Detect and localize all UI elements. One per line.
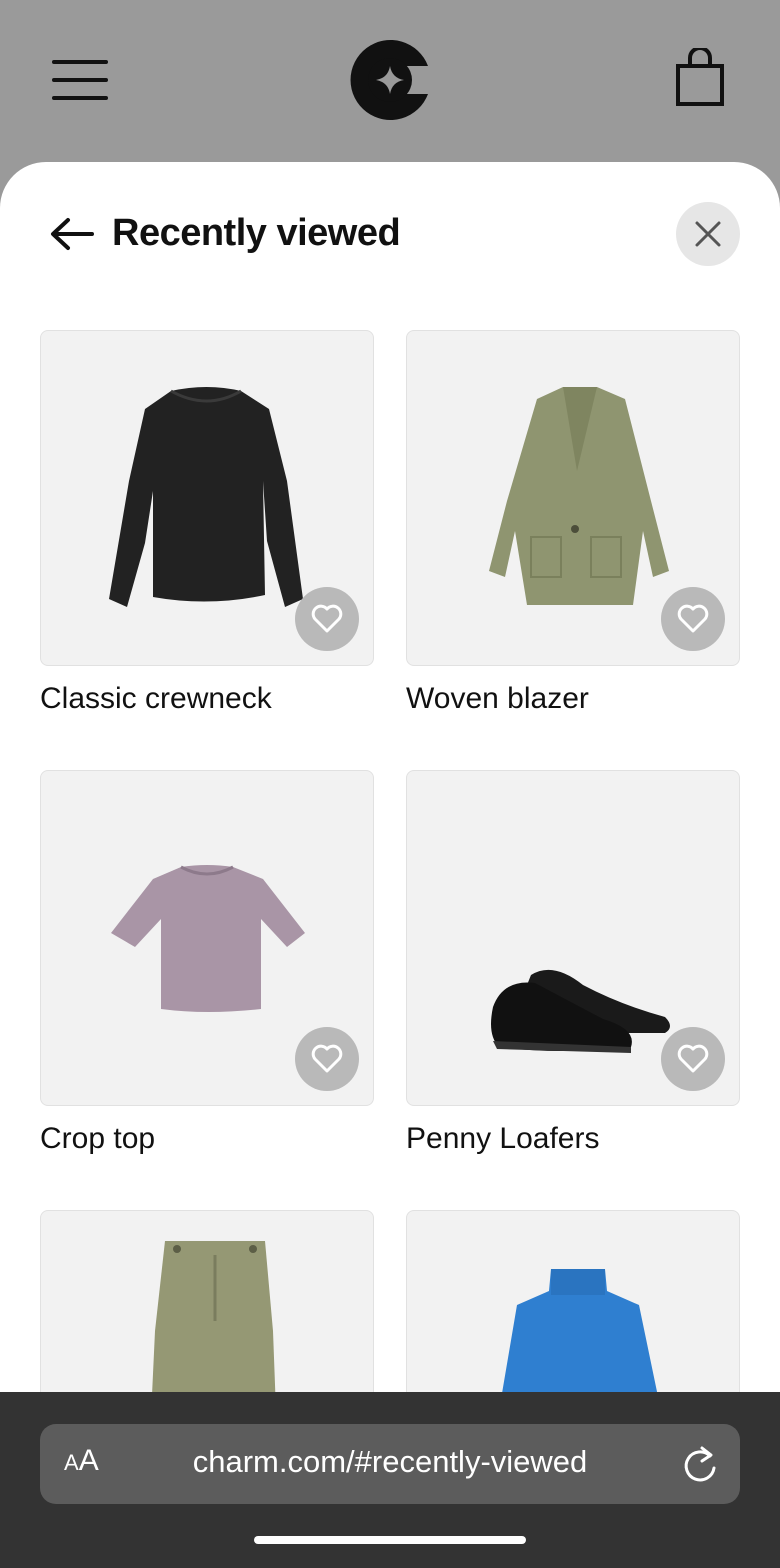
arrow-left-icon[interactable] (48, 216, 94, 252)
page-title: Recently viewed (112, 212, 401, 254)
product-image[interactable] (40, 770, 374, 1106)
product-name[interactable]: Penny Loafers (406, 1122, 599, 1156)
reload-icon[interactable] (682, 1444, 718, 1484)
product-name[interactable]: Classic crewneck (40, 682, 272, 716)
close-icon (695, 221, 721, 247)
product-name[interactable]: Crop top (40, 1122, 155, 1156)
favorite-button[interactable] (295, 587, 359, 651)
favorite-button[interactable] (295, 1027, 359, 1091)
charm-logo-icon[interactable] (348, 38, 432, 122)
heart-icon (677, 604, 709, 633)
product-image[interactable] (406, 1210, 740, 1402)
product-image[interactable] (40, 1210, 374, 1402)
favorite-button[interactable] (661, 587, 725, 651)
heart-icon (311, 604, 343, 633)
heart-icon (677, 1044, 709, 1073)
blue-turtleneck-icon (500, 1269, 660, 1402)
url-text[interactable]: charm.com/#recently-viewed (40, 1444, 740, 1480)
browser-toolbar: AA charm.com/#recently-viewed (0, 1392, 780, 1568)
favorite-button[interactable] (661, 1027, 725, 1091)
address-bar[interactable]: AA charm.com/#recently-viewed (40, 1424, 740, 1504)
close-button[interactable] (676, 202, 740, 266)
site-header (0, 0, 780, 180)
shopping-bag-icon[interactable] (674, 46, 726, 108)
recently-viewed-sheet: Recently viewed Classic crewneck Woven b… (0, 162, 780, 1402)
product-image[interactable] (406, 770, 740, 1106)
product-image[interactable] (40, 330, 374, 666)
home-indicator (254, 1536, 526, 1544)
product-image[interactable] (406, 330, 740, 666)
heart-icon (311, 1044, 343, 1073)
product-name[interactable]: Woven blazer (406, 682, 589, 716)
olive-skirt-icon (151, 1241, 276, 1402)
hamburger-menu-icon[interactable] (52, 60, 108, 100)
